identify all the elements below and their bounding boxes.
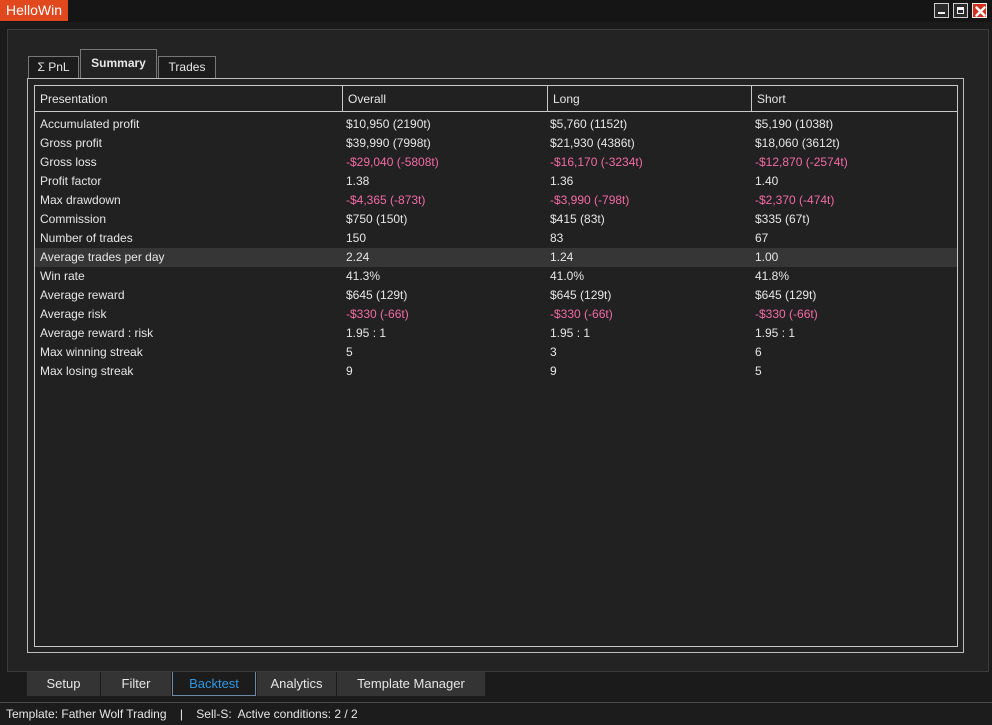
short-value: 1.95 : 1 <box>755 326 796 340</box>
table-row[interactable]: Accumulated profit $10,950 (2190t) $5,76… <box>35 115 957 134</box>
row-label: Win rate <box>40 269 85 283</box>
overall-value: $10,950 (2190t) <box>346 117 431 131</box>
status-text: Template: Father Wolf Trading | Sell-S: … <box>6 707 358 721</box>
short-value: 41.8% <box>755 269 790 283</box>
table-row-hovered[interactable]: Average trades per day 2.24 1.24 1.00 <box>35 248 957 267</box>
table-row[interactable]: Average reward $645 (129t) $645 (129t) $… <box>35 286 957 305</box>
overall-value: 41.3% <box>346 269 381 283</box>
long-value: 1.95 : 1 <box>550 326 591 340</box>
short-value: 5 <box>755 364 762 378</box>
row-label: Average reward <box>40 288 125 302</box>
column-header-short[interactable]: Short <box>751 86 957 111</box>
long-value: 3 <box>550 345 557 359</box>
table-row[interactable]: Profit factor 1.38 1.36 1.40 <box>35 172 957 191</box>
table-row[interactable]: Gross profit $39,990 (7998t) $21,930 (43… <box>35 134 957 153</box>
overall-value: 150 <box>346 231 367 245</box>
table-row[interactable]: Number of trades 150 83 67 <box>35 229 957 248</box>
table-row[interactable]: Commission $750 (150t) $415 (83t) $335 (… <box>35 210 957 229</box>
long-value: 1.24 <box>550 250 574 264</box>
table-row[interactable]: Win rate 41.3% 41.0% 41.8% <box>35 267 957 286</box>
bottom-tab-template-manager[interactable]: Template Manager <box>337 672 485 696</box>
column-header-long[interactable]: Long <box>547 86 751 111</box>
row-label: Commission <box>40 212 107 226</box>
long-value: -$330 (-66t) <box>550 307 613 321</box>
tab-trades[interactable]: Trades <box>158 56 216 78</box>
short-value: 6 <box>755 345 762 359</box>
overall-value: 5 <box>346 345 353 359</box>
long-value: 1.36 <box>550 174 574 188</box>
status-bar: Template: Father Wolf Trading | Sell-S: … <box>0 702 992 725</box>
overall-value: -$29,040 (-5808t) <box>346 155 439 169</box>
row-label: Average reward : risk <box>40 326 154 340</box>
long-value: $645 (129t) <box>550 288 612 302</box>
close-icon[interactable] <box>972 3 987 18</box>
overall-value: 2.24 <box>346 250 370 264</box>
table-row[interactable]: Average reward : risk 1.95 : 1 1.95 : 1 … <box>35 324 957 343</box>
overall-value: $750 (150t) <box>346 212 408 226</box>
bottom-tab-analytics[interactable]: Analytics <box>257 672 336 696</box>
row-label: Gross loss <box>40 155 97 169</box>
row-label: Profit factor <box>40 174 102 188</box>
long-value: 41.0% <box>550 269 585 283</box>
short-value: 67 <box>755 231 769 245</box>
backtest-panel: Σ PnL Summary Trades Presentation Overal… <box>7 29 989 672</box>
row-label: Accumulated profit <box>40 117 140 131</box>
short-value: -$12,870 (-2574t) <box>755 155 848 169</box>
table-row[interactable]: Average risk -$330 (-66t) -$330 (-66t) -… <box>35 305 957 324</box>
table-row[interactable]: Max losing streak 9 9 5 <box>35 362 957 381</box>
long-value: -$16,170 (-3234t) <box>550 155 643 169</box>
overall-value: 1.95 : 1 <box>346 326 387 340</box>
minimize-icon[interactable] <box>934 3 949 18</box>
overall-value: $645 (129t) <box>346 288 408 302</box>
row-label: Max drawdown <box>40 193 121 207</box>
title-bar: HelloWin <box>0 0 992 22</box>
short-value: $5,190 (1038t) <box>755 117 834 131</box>
table-header: Presentation Overall Long Short <box>35 86 957 112</box>
long-value: $415 (83t) <box>550 212 605 226</box>
short-value: $18,060 (3612t) <box>755 136 840 150</box>
table-row[interactable]: Max winning streak 5 3 6 <box>35 343 957 362</box>
short-value: -$2,370 (-474t) <box>755 193 835 207</box>
tab-pnl[interactable]: Σ PnL <box>28 56 79 78</box>
long-value: 83 <box>550 231 564 245</box>
overall-value: -$4,365 (-873t) <box>346 193 426 207</box>
short-value: $335 (67t) <box>755 212 810 226</box>
row-label: Number of trades <box>40 231 133 245</box>
long-value: -$3,990 (-798t) <box>550 193 630 207</box>
row-label: Average risk <box>40 307 107 321</box>
row-label: Average trades per day <box>40 250 165 264</box>
row-label: Max losing streak <box>40 364 134 378</box>
bottom-tab-filter[interactable]: Filter <box>101 672 171 696</box>
row-label: Max winning streak <box>40 345 143 359</box>
maximize-icon[interactable] <box>953 3 968 18</box>
long-value: $21,930 (4386t) <box>550 136 635 150</box>
row-label: Gross profit <box>40 136 103 150</box>
column-header-presentation[interactable]: Presentation <box>35 86 342 111</box>
tab-summary[interactable]: Summary <box>80 49 157 79</box>
summary-table: Presentation Overall Long Short Accumula… <box>34 85 958 647</box>
short-value: $645 (129t) <box>755 288 817 302</box>
overall-value: 9 <box>346 364 353 378</box>
short-value: 1.00 <box>755 250 779 264</box>
app-title: HelloWin <box>0 0 69 21</box>
overall-value: $39,990 (7998t) <box>346 136 431 150</box>
short-value: -$330 (-66t) <box>755 307 818 321</box>
bottom-tab-setup[interactable]: Setup <box>27 672 100 696</box>
column-header-overall[interactable]: Overall <box>342 86 547 111</box>
long-value: $5,760 (1152t) <box>550 117 628 131</box>
short-value: 1.40 <box>755 174 779 188</box>
overall-value: -$330 (-66t) <box>346 307 409 321</box>
table-row[interactable]: Max drawdown -$4,365 (-873t) -$3,990 (-7… <box>35 191 957 210</box>
bottom-tab-backtest[interactable]: Backtest <box>172 672 256 696</box>
table-row[interactable]: Gross loss -$29,040 (-5808t) -$16,170 (-… <box>35 153 957 172</box>
long-value: 9 <box>550 364 557 378</box>
overall-value: 1.38 <box>346 174 370 188</box>
